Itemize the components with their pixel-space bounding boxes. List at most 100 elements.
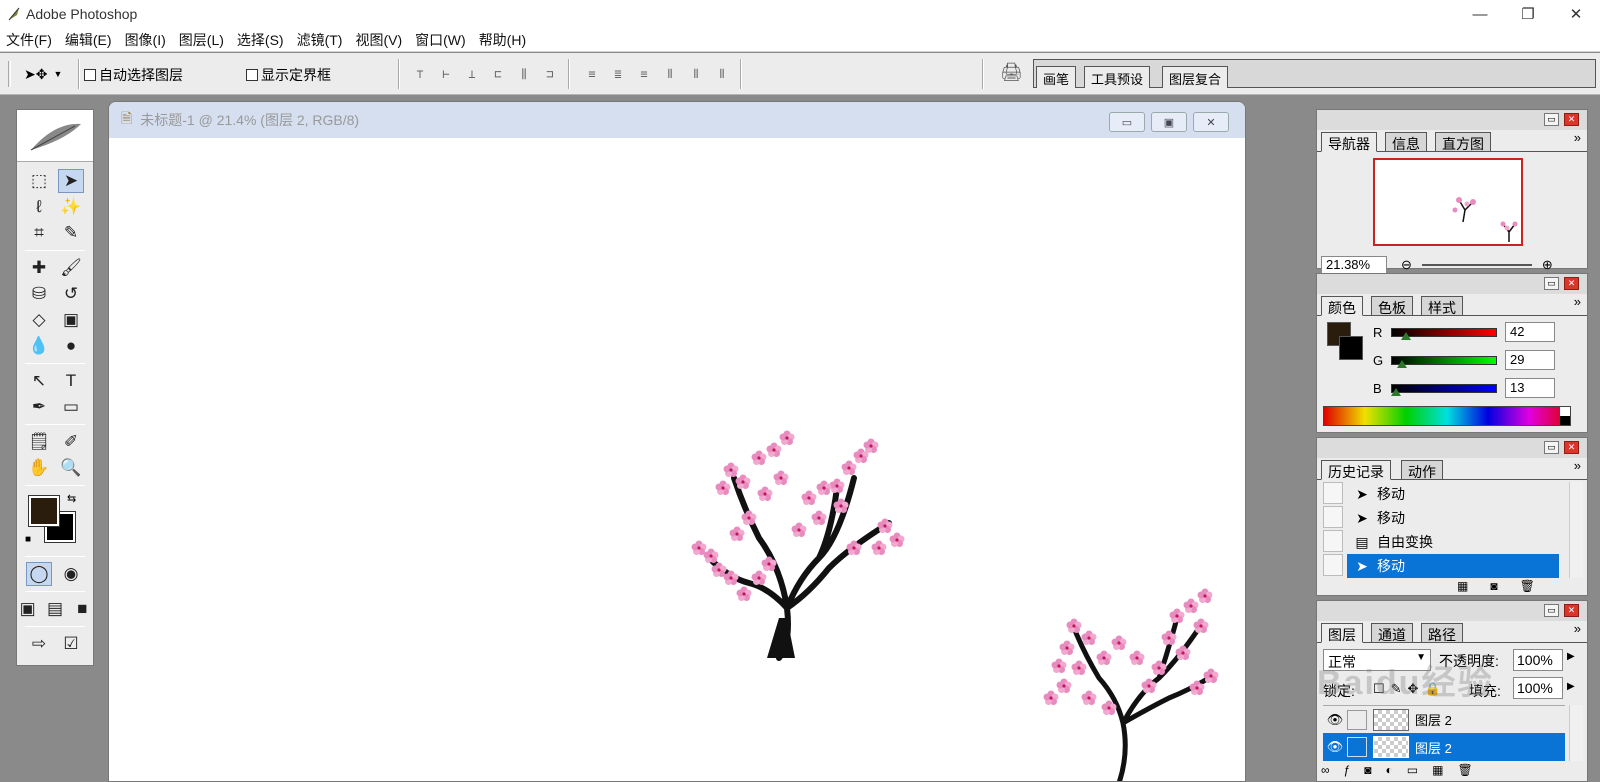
history-snapshot-box[interactable] — [1323, 554, 1343, 576]
panel-close-button[interactable]: ✕ — [1564, 113, 1579, 126]
history-item[interactable]: ▤ 自由变换 — [1347, 530, 1559, 554]
menu-file[interactable]: 文件(F) — [6, 30, 52, 50]
distribute-left-icon[interactable]: ⦀ — [660, 65, 680, 83]
checkbox-box[interactable] — [84, 69, 96, 81]
toolbox-header[interactable] — [17, 110, 93, 162]
notes-tool-icon[interactable]: 🗒 — [26, 430, 52, 454]
zoom-slider[interactable] — [1421, 264, 1532, 266]
tab-swatches[interactable]: 色板 — [1371, 296, 1413, 316]
screen-mode-full-icon[interactable]: ■ — [72, 597, 93, 621]
document-titlebar[interactable]: 🗎 未标题-1 @ 21.4% (图层 2, RGB/8) ▭ ▣ ✕ — [109, 102, 1245, 138]
doc-maximize-button[interactable]: ▣ — [1151, 112, 1187, 132]
new-layer-icon[interactable]: ▦ — [1432, 763, 1443, 777]
quick-mask-mode-icon[interactable]: ◉ — [58, 562, 84, 586]
panel-menu-icon[interactable]: » — [1574, 621, 1581, 636]
foreground-color-swatch[interactable] — [28, 495, 60, 527]
navigator-thumbnail[interactable] — [1373, 158, 1523, 246]
red-slider-thumb[interactable] — [1401, 332, 1411, 340]
type-tool-icon[interactable]: T — [58, 369, 84, 393]
screen-mode-full-menu-icon[interactable]: ▤ — [44, 597, 65, 621]
panel-menu-icon[interactable]: » — [1574, 294, 1581, 309]
panel-header[interactable]: ▭ ✕ — [1317, 274, 1587, 294]
tab-channels[interactable]: 通道 — [1371, 623, 1413, 643]
standard-mode-icon[interactable]: ◯ — [26, 562, 52, 586]
panel-header[interactable]: ▭ ✕ — [1317, 110, 1587, 130]
menu-filter[interactable]: 滤镜(T) — [297, 30, 343, 50]
checkbox-box[interactable] — [246, 69, 258, 81]
blur-tool-icon[interactable]: 💧 — [26, 334, 52, 358]
healing-brush-tool-icon[interactable]: ✚ — [26, 256, 52, 280]
brush-tool-icon[interactable]: 🖌 — [58, 256, 84, 280]
canvas[interactable] — [119, 138, 1237, 781]
marquee-tool-icon[interactable]: ⬚ — [26, 169, 52, 193]
blue-input[interactable]: 13 — [1505, 378, 1555, 398]
color-bg-swatch[interactable] — [1339, 336, 1363, 360]
tab-actions[interactable]: 动作 — [1401, 460, 1443, 480]
align-right-icon[interactable]: ⊐ — [540, 65, 560, 83]
tab-info[interactable]: 信息 — [1385, 132, 1427, 152]
doc-close-button[interactable]: ✕ — [1193, 112, 1229, 132]
tool-preset-picker[interactable]: ➤✥ ▼ — [24, 63, 74, 85]
magic-wand-tool-icon[interactable]: ✨ — [58, 195, 84, 219]
edit-in-imageready-icon[interactable]: ☑ — [58, 632, 84, 656]
restore-button[interactable]: ❐ — [1504, 0, 1552, 28]
green-input[interactable]: 29 — [1505, 350, 1555, 370]
color-spectrum-bar[interactable] — [1323, 406, 1571, 426]
green-slider-thumb[interactable] — [1397, 360, 1407, 368]
panel-minimize-button[interactable]: ▭ — [1544, 604, 1559, 617]
blue-slider[interactable] — [1391, 383, 1497, 393]
menu-image[interactable]: 图像(I) — [125, 30, 166, 50]
panel-header[interactable]: ▭ ✕ — [1317, 438, 1587, 458]
layer-row[interactable]: 👁 图层 2 — [1323, 705, 1565, 733]
trash-icon[interactable]: 🗑 — [1457, 763, 1472, 777]
jump-to-imageready-icon[interactable]: ⇨ — [26, 632, 52, 656]
fill-input[interactable]: 100% — [1513, 677, 1563, 699]
distribute-hcenter-icon[interactable]: ⦀ — [686, 65, 706, 83]
visibility-eye-icon[interactable]: 👁 — [1323, 712, 1347, 728]
blue-slider-thumb[interactable] — [1391, 388, 1401, 396]
show-bounds-checkbox[interactable]: 显示定界框 — [246, 65, 331, 85]
lasso-tool-icon[interactable]: ℓ — [26, 195, 52, 219]
slice-tool-icon[interactable]: ✎ — [58, 221, 84, 245]
opacity-arrow-icon[interactable]: ▶ — [1567, 651, 1575, 662]
menu-view[interactable]: 视图(V) — [355, 30, 402, 50]
default-colors-icon[interactable]: ■ — [25, 534, 31, 545]
panel-header[interactable]: ▭ ✕ — [1317, 601, 1587, 621]
new-document-icon[interactable]: ▦ — [1457, 579, 1468, 593]
pen-tool-icon[interactable]: ✒ — [26, 395, 52, 419]
zoom-out-icon[interactable]: ⊖ — [1401, 257, 1412, 273]
shape-tool-icon[interactable]: ▭ — [58, 395, 84, 419]
red-input[interactable]: 42 — [1505, 322, 1555, 342]
tab-brushes[interactable]: 画笔 — [1036, 66, 1077, 88]
panel-minimize-button[interactable]: ▭ — [1544, 441, 1559, 454]
visibility-eye-icon[interactable]: 👁 — [1323, 739, 1347, 755]
panel-close-button[interactable]: ✕ — [1564, 604, 1579, 617]
tab-tool-presets[interactable]: 工具预设 — [1084, 66, 1151, 88]
layer-row-selected[interactable]: 👁 图层 2 — [1323, 733, 1565, 761]
link-layers-icon[interactable]: ∞ — [1321, 763, 1330, 777]
distribute-vcenter-icon[interactable]: ≣ — [608, 65, 628, 83]
layer-style-icon[interactable]: ƒ — [1344, 763, 1351, 777]
auto-select-checkbox[interactable]: 自动选择图层 — [84, 65, 183, 85]
history-brush-tool-icon[interactable]: ↺ — [58, 282, 84, 306]
fill-arrow-icon[interactable]: ▶ — [1567, 681, 1575, 692]
panel-minimize-button[interactable]: ▭ — [1544, 277, 1559, 290]
minimize-button[interactable]: — — [1456, 0, 1504, 28]
brush-link-icon[interactable] — [1347, 737, 1367, 757]
align-hcenter-icon[interactable]: ⫼ — [514, 65, 534, 83]
tab-layer-comps[interactable]: 图层复合 — [1162, 66, 1229, 88]
history-snapshot-box[interactable] — [1323, 482, 1343, 504]
adjustment-layer-icon[interactable]: ◐ — [1386, 763, 1393, 777]
distribute-bottom-icon[interactable]: ≡ — [634, 65, 654, 83]
history-item-selected[interactable]: ➤ 移动 — [1347, 554, 1559, 578]
panel-menu-icon[interactable]: » — [1574, 458, 1581, 473]
new-group-icon[interactable]: ▭ — [1407, 763, 1418, 777]
palette-well-icon[interactable]: 🖨 — [1000, 62, 1023, 83]
tab-paths[interactable]: 路径 — [1421, 623, 1463, 643]
screen-mode-standard-icon[interactable]: ▣ — [17, 597, 38, 621]
menu-select[interactable]: 选择(S) — [237, 30, 284, 50]
swap-colors-icon[interactable]: ⇆ — [67, 492, 76, 505]
tab-histogram[interactable]: 直方图 — [1435, 132, 1491, 152]
menu-layer[interactable]: 图层(L) — [179, 30, 224, 50]
layers-scrollbar[interactable] — [1569, 705, 1583, 761]
